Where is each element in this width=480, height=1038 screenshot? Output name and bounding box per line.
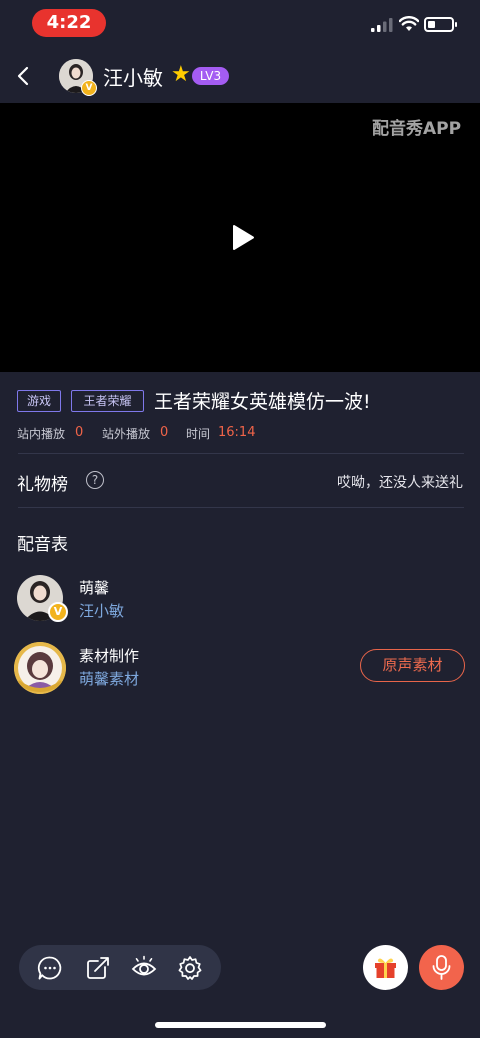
tag-honor-of-kings[interactable]: 王者荣耀: [71, 390, 144, 412]
dubbing-list-title: 配音表: [17, 535, 68, 555]
stat-value-external-plays: 0: [160, 425, 169, 440]
eye-icon[interactable]: [131, 955, 157, 981]
play-icon[interactable]: [231, 224, 255, 251]
divider: [18, 453, 464, 454]
record-button[interactable]: [419, 945, 464, 990]
stat-label-time: 时间: [186, 427, 211, 441]
home-indicator[interactable]: [155, 1022, 326, 1028]
tag-game[interactable]: 游戏: [17, 390, 61, 412]
help-icon[interactable]: ?: [86, 471, 104, 489]
gift-button[interactable]: [363, 945, 408, 990]
verified-badge: V: [48, 602, 68, 622]
work-title: 王者荣耀女英雄模仿一波!: [154, 391, 371, 413]
material-avatar[interactable]: [14, 642, 66, 694]
stat-label-external-plays: 站外播放: [102, 427, 151, 441]
star-icon: ★: [171, 62, 191, 87]
wifi-icon: [399, 16, 419, 31]
mic-icon: [432, 955, 451, 980]
stat-value-time: 16:14: [218, 425, 256, 440]
dubbing-role-name: 萌馨: [79, 579, 110, 597]
comment-icon[interactable]: [37, 955, 63, 981]
material-role-name: 素材制作: [79, 647, 140, 665]
stat-value-internal-plays: 0: [75, 425, 84, 440]
gift-ranking-label[interactable]: 礼物榜: [17, 470, 68, 495]
share-icon[interactable]: [85, 955, 111, 981]
header-username[interactable]: 汪小敏: [103, 62, 163, 91]
back-arrow-icon[interactable]: [14, 64, 34, 88]
dubbing-user-name[interactable]: 汪小敏: [79, 600, 124, 621]
level-badge: LV3: [192, 67, 229, 85]
battery-icon: [424, 17, 457, 32]
video-watermark: 配音秀APP: [372, 119, 462, 139]
status-time: 4:22: [32, 9, 106, 37]
gift-empty-text: 哎呦，还没人来送礼: [337, 475, 463, 491]
gift-icon: [375, 958, 396, 978]
signal-icon: [371, 18, 393, 32]
material-user-name[interactable]: 萌馨素材: [79, 668, 139, 689]
original-material-button[interactable]: 原声素材: [360, 649, 465, 682]
stat-label-internal-plays: 站内播放: [17, 427, 66, 441]
divider: [18, 507, 464, 508]
settings-icon[interactable]: [177, 955, 203, 981]
verified-badge: V: [81, 80, 97, 96]
